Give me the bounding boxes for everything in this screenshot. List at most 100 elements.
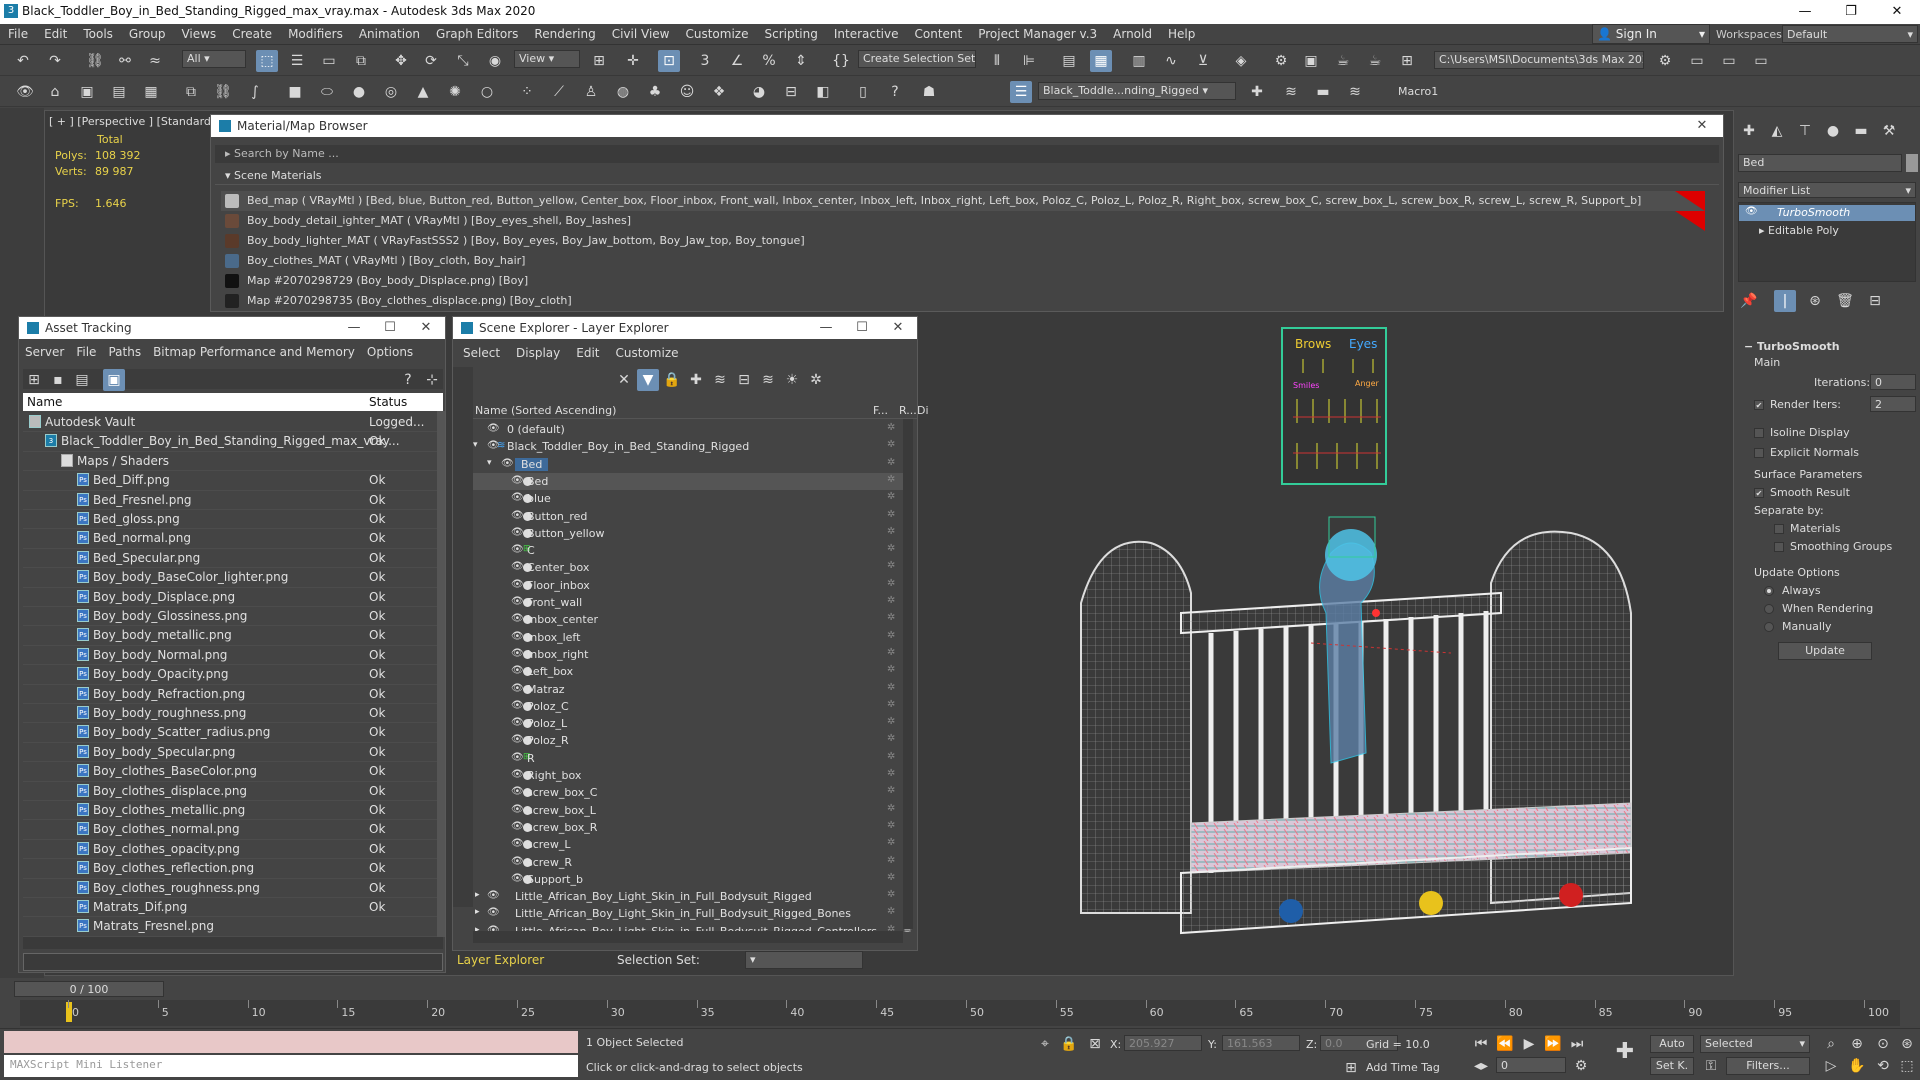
menu-item-help[interactable]: Help <box>1160 24 1203 41</box>
cloth-icon[interactable]: ❖ <box>708 81 730 103</box>
asset-help-icon[interactable]: ? <box>397 369 419 391</box>
time-tag-icon[interactable]: ⊞ <box>1340 1057 1362 1079</box>
asset-row[interactable]: Ps Boy_clothes_opacity.png Ok <box>23 840 443 860</box>
asset-menu-options[interactable]: Options <box>361 345 419 359</box>
track-bar[interactable]: 0 5 10 15 20 25 30 35 40 45 50 55 60 65 70 75 80 85 90 95 10… <box>20 1000 1900 1026</box>
asset-row[interactable]: Ps Boy_clothes_reflection.png Ok <box>23 859 443 879</box>
schematic-view-icon[interactable]: ⊻ <box>1192 50 1214 72</box>
lock-icon[interactable]: 🔒 <box>661 369 683 391</box>
scene-tree-row[interactable]: ▸ 👁 Little_African_Boy_Light_Skin_in_Full_… <box>473 888 913 905</box>
asset-menu-file[interactable]: File <box>70 345 102 359</box>
material-row[interactable]: Bed_map ( VRayMtl ) [Bed, blue, Button_r… <box>221 191 1705 211</box>
zoom-all-icon[interactable]: ⊕ <box>1846 1033 1868 1055</box>
go-to-start-icon[interactable]: ⏮ <box>1470 1033 1492 1055</box>
modifier-list-dropdown[interactable]: Modifier List ▾ <box>1738 182 1916 198</box>
freeze-icon[interactable]: ✲ <box>887 785 895 796</box>
freeze-icon[interactable]: ✲ <box>887 733 895 744</box>
key-icon[interactable]: ⚿ <box>1700 1055 1722 1077</box>
asset-menu-server[interactable]: Server <box>19 345 70 359</box>
visibility-eye-icon[interactable]: 👁 <box>511 492 524 503</box>
scene-tree-row[interactable]: 👁Bed✲☕ <box>473 472 913 491</box>
mirror-icon[interactable]: ⫴ <box>986 50 1008 72</box>
col-status[interactable]: Status <box>369 395 407 409</box>
visibility-eye-icon[interactable]: 👁 <box>511 613 524 624</box>
zoom-extents-icon[interactable]: ⊙ <box>1872 1033 1894 1055</box>
rendered-frame-icon[interactable]: ▣ <box>1300 50 1322 72</box>
freeze-icon[interactable]: ✲ <box>887 422 895 433</box>
menu-item-rendering[interactable]: Rendering <box>526 24 603 41</box>
scene-tree-row[interactable]: 👁screw_R✲☕ <box>473 854 913 871</box>
visibility-eye-icon[interactable]: 👁 <box>511 717 524 728</box>
fov-icon[interactable]: ▷ <box>1820 1055 1842 1077</box>
rotate-icon[interactable]: ⟳ <box>420 50 442 72</box>
menu-item-scripting[interactable]: Scripting <box>756 24 825 41</box>
zoom-extents-all-icon[interactable]: ⊛ <box>1896 1033 1918 1055</box>
freeze-icon[interactable]: ✲ <box>887 803 895 814</box>
hierarchy-icon[interactable]: ⊟ <box>733 369 755 391</box>
mmb-close-button[interactable]: ✕ <box>1687 116 1717 136</box>
layer-stack-icon[interactable]: ≋ <box>1280 81 1302 103</box>
select-by-name-icon[interactable]: ☰ <box>286 50 308 72</box>
curve-icon[interactable]: ∫ <box>244 81 266 103</box>
scene-tree-row[interactable]: 👁Matraz✲☕ <box>473 681 913 698</box>
visibility-eye-icon[interactable]: 👁 <box>511 752 524 763</box>
freeze-icon[interactable]: ✲ <box>887 526 895 537</box>
particles-icon[interactable]: ⁘ <box>516 81 538 103</box>
visibility-eye-icon[interactable]: 👁 <box>511 786 524 797</box>
scene-tree-row[interactable]: 👁Left_box✲☕ <box>473 663 913 680</box>
menu-item-tools[interactable]: Tools <box>75 24 121 41</box>
object-name-field[interactable]: Bed <box>1738 154 1902 172</box>
expand-arrow-icon[interactable]: ▸ <box>475 907 480 917</box>
scale-icon[interactable]: ⤡ <box>452 50 474 72</box>
asset-row[interactable]: Ps Matrats_Fresnel.png <box>23 917 443 937</box>
render-iterative-icon[interactable]: ☕ <box>1364 50 1386 72</box>
visibility-eye-icon[interactable]: 👁 <box>487 907 500 918</box>
windows-grid-icon[interactable]: ▭ <box>1750 50 1772 72</box>
orbit-icon[interactable]: ⟲ <box>1872 1055 1894 1077</box>
clear-filter-icon[interactable]: ✕ <box>613 369 635 391</box>
asset-row[interactable]: Ps Bed_Diff.png Ok <box>23 471 443 491</box>
freeze-icon[interactable]: ✲ <box>887 855 895 866</box>
character-icon[interactable]: ☺ <box>676 81 698 103</box>
add-to-layer-icon[interactable]: ≋ <box>709 369 731 391</box>
torus-icon[interactable]: ◎ <box>380 81 402 103</box>
reference-coord-dropdown[interactable]: View ▾ <box>514 50 580 68</box>
asset-path-field[interactable] <box>23 953 443 971</box>
scene-tree-row[interactable]: 👁Button_yellow✲☕ <box>473 525 913 542</box>
asset-row[interactable]: Ps Boy_body_Glossiness.png Ok <box>23 607 443 627</box>
render-iters-spinner[interactable]: 2 <box>1870 396 1916 412</box>
key-filter-dropdown[interactable]: Selected ▾ <box>1700 1035 1810 1053</box>
asset-row[interactable]: Ps Boy_body_Refraction.png Ok <box>23 685 443 704</box>
pan-icon[interactable]: ✋ <box>1846 1055 1868 1077</box>
place-icon[interactable]: ◉ <box>484 50 506 72</box>
visibility-eye-icon[interactable]: 👁 <box>511 527 524 538</box>
material-row[interactable]: Boy_body_detail_ighter_MAT ( VRayMtl ) [… <box>221 211 1705 231</box>
selection-set-dropdown[interactable]: ▾ <box>745 951 863 969</box>
menu-item-create[interactable]: Create <box>224 24 280 41</box>
add-layer-icon[interactable]: ✚ <box>1246 81 1268 103</box>
asset-row[interactable]: Ps Boy_clothes_roughness.png Ok <box>23 879 443 898</box>
set-key-button[interactable]: Set K. <box>1650 1057 1694 1075</box>
freeze-icon[interactable]: ✲ <box>887 682 895 693</box>
menu-item-modifiers[interactable]: Modifiers <box>280 24 351 41</box>
windows-icon[interactable]: ▭ <box>1686 50 1708 72</box>
y-coordinate-field[interactable]: 161.563 <box>1222 1035 1300 1051</box>
asset-row[interactable]: Ps Boy_clothes_displace.png Ok <box>23 782 443 801</box>
object-color-swatch[interactable] <box>1906 154 1918 172</box>
add-time-tag[interactable]: Add Time Tag <box>1366 1061 1440 1074</box>
hierarchy-tab-icon[interactable]: ⊤ <box>1794 120 1816 142</box>
freeze-icon[interactable]: ✲ <box>887 578 895 589</box>
freeze-icon[interactable]: ✲ <box>887 560 895 571</box>
project-path-dropdown[interactable]: C:\Users\MSI\Documents\3ds Max 2020 ▾ <box>1434 51 1644 69</box>
box-icon[interactable]: ▣ <box>76 81 98 103</box>
explicit-normals-checkbox[interactable] <box>1754 448 1764 458</box>
go-to-end-icon[interactable]: ⏭ <box>1566 1033 1588 1055</box>
remove-modifier-icon[interactable]: 🗑 <box>1834 290 1856 312</box>
scene-tree-row[interactable]: 👁Poloz_R✲☕ <box>473 732 913 749</box>
smooth-result-checkbox[interactable]: ✔ <box>1754 488 1764 498</box>
curve-editor-icon[interactable]: ∿ <box>1160 50 1182 72</box>
freeze-icon[interactable]: ✲ <box>887 457 895 468</box>
scene-menu-display[interactable]: Display <box>508 346 568 360</box>
menu-item-graph-editors[interactable]: Graph Editors <box>428 24 526 41</box>
window-crossing-icon[interactable]: ⧉ <box>350 50 372 72</box>
